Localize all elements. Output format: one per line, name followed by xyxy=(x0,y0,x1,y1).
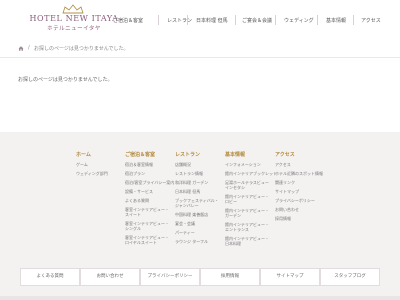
footer-link[interactable]: 館内インテリアビュー・ガーデン xyxy=(225,208,269,218)
footer-link[interactable]: 関連リンク xyxy=(275,180,295,185)
footer-link[interactable]: よくある質問 xyxy=(125,198,149,203)
footer-link[interactable]: 日本料理 但馬 xyxy=(175,189,200,194)
contact-button[interactable]: お問い合わせ xyxy=(80,268,140,286)
nav-japanese[interactable]: 日本料理 但馬 xyxy=(196,17,228,25)
footer-link[interactable]: パーティー xyxy=(175,230,195,235)
footer-link[interactable]: 館内インテリアビュー・日本料理 xyxy=(225,236,269,246)
footer-link[interactable]: ブックフェスティバル・ジャンバレー xyxy=(175,198,221,208)
footer-link[interactable]: 館内インテリアビュー・ロビー xyxy=(225,194,269,204)
breadcrumb-separator: / xyxy=(28,45,30,51)
site-header: HOTEL NEW ITAYA ホテルニューイタヤ ご宿泊＆客室 レストラン 日… xyxy=(0,0,400,36)
footer-link[interactable]: 客室インテリアビュー・スイート xyxy=(125,207,171,217)
footer-link[interactable]: インフォメーション xyxy=(225,162,261,167)
footer-link[interactable]: 和洋料理 ガーデン xyxy=(175,180,208,185)
footer-link[interactable]: レストラン情報 xyxy=(175,171,203,176)
footer-link[interactable]: ラウンジ ターフル xyxy=(175,239,208,244)
nav-restaurant[interactable]: レストラン xyxy=(167,17,192,25)
footer-link[interactable]: お問い合わせ xyxy=(275,207,299,212)
nav-divider xyxy=(158,15,159,25)
footer-link[interactable]: 館内インテリアブックレット xyxy=(225,171,277,176)
footer-link[interactable]: 客室インテリアビュー・シングル xyxy=(125,221,171,231)
nav-wedding[interactable]: ウェディング xyxy=(284,17,314,25)
footer-link[interactable]: 中国料理 楽善飯店 xyxy=(175,212,208,217)
footer-link[interactable]: 宿泊＆客室情報 xyxy=(125,162,153,167)
footer-button-row: よくある質問 お問い合わせ プライバシーポリシー 採用情報 サイトマップ スタッ… xyxy=(20,268,380,286)
footer-link[interactable]: 足湯ホールテラスビューインセタシ xyxy=(225,180,269,190)
bottom-bar xyxy=(0,296,400,300)
breadcrumb-current: お探しのページは見つかりませんでした。 xyxy=(34,46,129,52)
not-found-message: お探しのページは見つかりませんでした。 xyxy=(18,77,113,83)
footer-col-access-title[interactable]: アクセス xyxy=(275,151,295,158)
nav-stay[interactable]: ご宿泊＆客室 xyxy=(113,17,143,25)
staff-blog-button[interactable]: スタッフブログ xyxy=(320,268,380,286)
nav-banquet[interactable]: ご宴会＆会議 xyxy=(242,17,272,25)
footer-link[interactable]: アクセス xyxy=(275,162,291,167)
footer-link[interactable]: 宴会・会議 xyxy=(175,221,195,226)
footer-link[interactable]: プライバシーポリシー xyxy=(275,198,315,203)
footer-link[interactable]: 宿泊プラン xyxy=(125,171,145,176)
nav-divider xyxy=(187,15,188,25)
nav-divider xyxy=(317,15,318,25)
footer-link[interactable]: 客室インテリアビュー・ロイヤルスイート xyxy=(125,235,171,245)
footer-col-info-title[interactable]: 基本情報 xyxy=(225,151,245,158)
nav-divider xyxy=(275,15,276,25)
nav-access[interactable]: アクセス xyxy=(361,17,381,25)
footer-link[interactable]: ウェディング部門 xyxy=(76,171,108,176)
nav-info[interactable]: 基本情報 xyxy=(326,17,346,25)
faq-button[interactable]: よくある質問 xyxy=(20,268,80,286)
breadcrumb-divider xyxy=(0,57,400,58)
footer-link[interactable]: ゲーム xyxy=(76,162,88,167)
footer-link[interactable]: 採用情報 xyxy=(275,216,291,221)
footer-col-home-title[interactable]: ホーム xyxy=(76,151,91,158)
footer-col-stay-title[interactable]: ご宿泊＆客室 xyxy=(125,151,155,158)
footer-link[interactable]: 設備・サービス xyxy=(125,189,153,194)
nav-divider xyxy=(235,15,236,25)
recruit-button[interactable]: 採用情報 xyxy=(200,268,260,286)
sitemap-button[interactable]: サイトマップ xyxy=(260,268,320,286)
footer-link[interactable]: サイトマップ xyxy=(275,189,299,194)
footer-link[interactable]: 館内インテリアビュー・エントランス xyxy=(225,222,269,232)
footer-col-restaurant-title[interactable]: レストラン xyxy=(175,151,200,158)
footer-link[interactable]: ホテル近隣のスポット情報 xyxy=(275,171,323,176)
privacy-policy-button[interactable]: プライバシーポリシー xyxy=(140,268,200,286)
footer-link[interactable]: 店舗概況 xyxy=(175,162,191,167)
crown-icon xyxy=(62,4,84,14)
logo-text-jp: ホテルニューイタヤ xyxy=(47,26,101,32)
nav-divider xyxy=(353,15,354,25)
home-icon[interactable] xyxy=(18,46,24,51)
footer-link[interactable]: 宿泊/客室プライバシー案内 xyxy=(125,180,174,185)
